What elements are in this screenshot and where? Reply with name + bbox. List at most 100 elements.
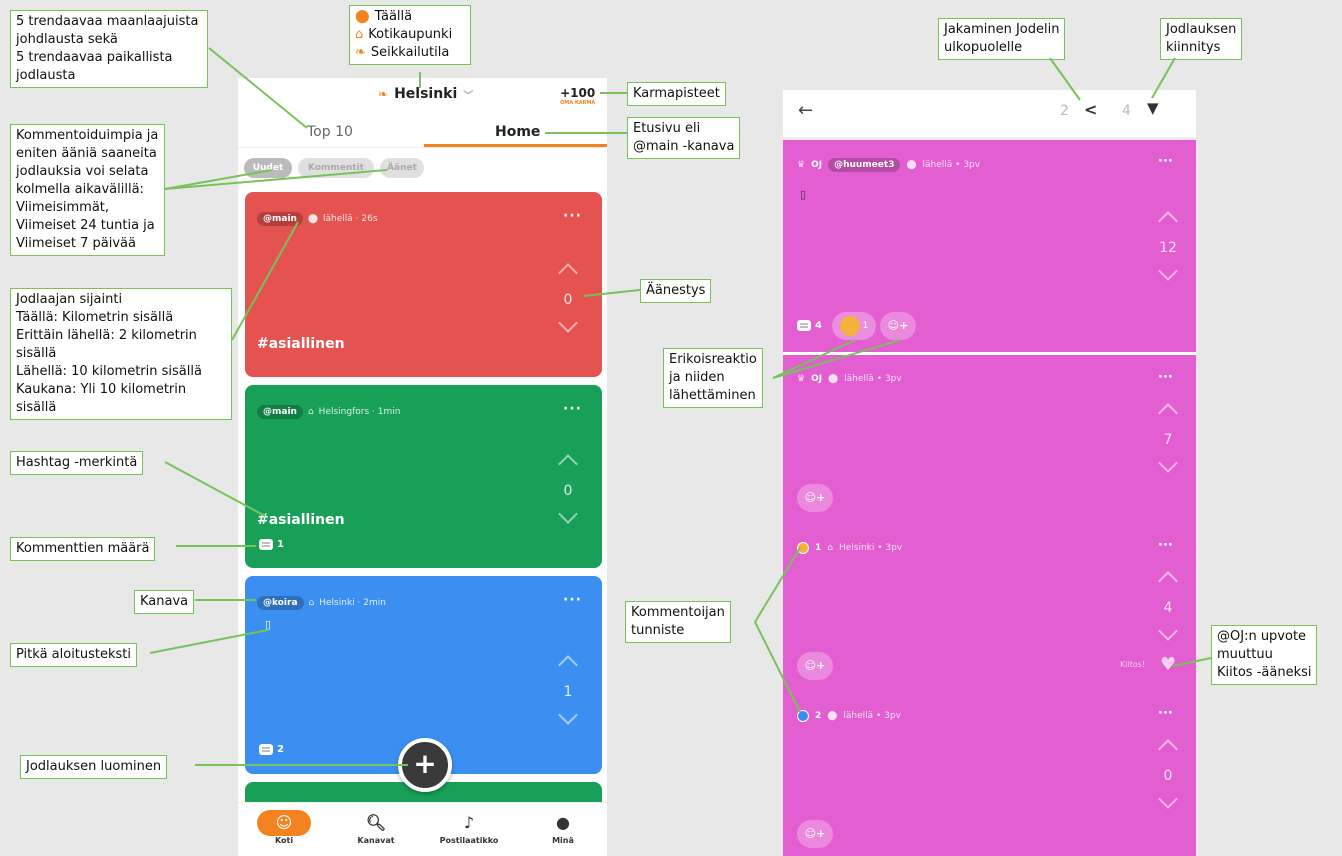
downvote-icon[interactable] <box>558 504 578 524</box>
nav-inbox[interactable]: ♪ Postilaatikko <box>434 810 504 845</box>
post-meta: ♛ OJ @huumeet3 ⬤ lähellä • 3pv <box>797 158 980 172</box>
karma-display[interactable]: +100 OMA KARMA <box>560 86 595 106</box>
reply-location: Helsinki • 3pv <box>838 543 903 553</box>
special-reaction-badge[interactable]: 1 <box>832 312 876 340</box>
pin-location-icon: ⬤ <box>307 214 319 224</box>
more-options-icon[interactable]: ··· <box>563 401 582 417</box>
share-icon[interactable]: < <box>1084 100 1097 119</box>
home-icon: ⌂ <box>307 407 314 417</box>
create-post-button[interactable]: + <box>398 738 452 792</box>
tab-divider <box>238 147 607 148</box>
callout-commenter-id: Kommentoijan tunniste <box>625 601 731 643</box>
downvote-icon[interactable] <box>1158 789 1178 809</box>
thanks-label: Kiitos! <box>1120 660 1146 669</box>
nav-home[interactable]: ☺ Koti <box>249 810 319 845</box>
nav-channels[interactable]: 🔍︎ Kanavat <box>341 810 411 845</box>
comment-count-value: 4 <box>815 320 822 331</box>
commenter-avatar-icon <box>797 542 809 554</box>
more-options-icon[interactable]: ··· <box>1158 370 1318 385</box>
add-reaction-button[interactable]: ☺+ <box>797 820 833 848</box>
author-tag: 2 <box>815 711 822 721</box>
heart-icon[interactable]: ♥ <box>1160 654 1176 675</box>
more-options-icon[interactable]: ··· <box>1158 154 1318 169</box>
upvote-icon[interactable] <box>558 655 578 675</box>
callout-long-text: Pitkä aloitusteksti <box>10 643 138 667</box>
vote-count: 0 <box>1163 768 1173 784</box>
share-count: 2 <box>1060 103 1069 119</box>
comment-count[interactable]: 1 <box>259 539 284 550</box>
vote-count: 12 <box>1159 240 1177 256</box>
filter-newest[interactable]: Uudet <box>244 158 292 178</box>
callout-home-feed: Etusivu eli @main -kanava <box>627 117 741 159</box>
vote-widget: 4 <box>1158 571 1178 641</box>
filter-comments[interactable]: Kommentit <box>298 158 374 178</box>
channel-tag[interactable]: @main <box>257 405 303 419</box>
upvote-icon[interactable] <box>1158 739 1178 759</box>
filter-votes[interactable]: Äänet <box>380 158 424 178</box>
pin-icon[interactable]: ▼ <box>1147 99 1159 117</box>
channel-tag[interactable]: @koira <box>257 596 304 610</box>
crown-icon: ♛ <box>797 374 806 384</box>
comment-icon <box>259 539 273 550</box>
upvote-icon[interactable] <box>1158 403 1178 423</box>
comment-count[interactable]: 4 <box>797 320 822 331</box>
downvote-icon[interactable] <box>1158 621 1178 641</box>
reply-meta: 1 ⌂ Helsinki • 3pv <box>797 542 902 554</box>
hashtag[interactable]: #asiallinen <box>257 336 345 352</box>
owl-reaction-icon <box>839 316 860 336</box>
post-location: lähellä · 26s <box>323 214 378 224</box>
channel-tag[interactable]: @huumeet3 <box>828 158 901 172</box>
owl-plus-icon: ☺+ <box>804 659 826 672</box>
callout-karma: Karmapisteet <box>627 82 726 106</box>
post-card[interactable]: @main ⬤ lähellä · 26s ··· 0 #asiallinen <box>245 192 602 377</box>
downvote-icon[interactable] <box>558 705 578 725</box>
vote-count: 1 <box>563 684 573 700</box>
callout-voting: Äänestys <box>640 279 712 303</box>
plus-icon: + <box>413 747 437 780</box>
nav-me[interactable]: ● Minä <box>528 810 598 845</box>
add-reaction-button[interactable]: ☺+ <box>797 652 833 680</box>
vote-count: 0 <box>563 483 573 499</box>
callout-comment-count: Kommenttien määrä <box>10 537 156 561</box>
location-title: Helsinki <box>394 86 458 102</box>
pin-location-icon: ⬤ <box>355 9 370 24</box>
more-options-icon[interactable]: ··· <box>1158 706 1318 721</box>
mobile-phone-emoji-icon: ▯ <box>800 188 807 201</box>
vote-count: 4 <box>1163 600 1173 616</box>
author-tag: OJ <box>811 374 823 384</box>
post-location: lähellä • 3pv <box>922 160 981 170</box>
tab-home[interactable]: Home <box>495 124 540 140</box>
more-options-icon[interactable]: ··· <box>1158 538 1318 553</box>
comment-icon <box>797 320 811 331</box>
pin-count: 4 <box>1122 103 1131 119</box>
add-reaction-button[interactable]: ☺+ <box>880 312 916 340</box>
downvote-icon[interactable] <box>1158 261 1178 281</box>
owl-icon: ☺ <box>257 810 311 836</box>
post-card[interactable]: @main ⌂ Helsingfors · 1min ··· 0 #asiall… <box>245 385 602 568</box>
callout-filters: Kommentoiduimpia ja eniten ääniä saaneit… <box>10 124 165 256</box>
more-options-icon[interactable]: ··· <box>563 208 582 224</box>
post-location: Helsingfors · 1min <box>318 407 401 417</box>
reply-location: lähellä • 3pv <box>844 374 902 384</box>
upvote-icon[interactable] <box>558 263 578 283</box>
add-reaction-button[interactable]: ☺+ <box>797 484 833 512</box>
channel-tag[interactable]: @main <box>257 212 303 226</box>
leaf-icon: ❧ <box>378 87 389 101</box>
hashtag[interactable]: #asiallinen <box>257 512 345 528</box>
tab-top10[interactable]: Top 10 <box>307 124 353 140</box>
more-options-icon[interactable]: ··· <box>563 592 582 608</box>
vote-widget: 12 <box>1158 211 1178 281</box>
upvote-icon[interactable] <box>1158 211 1178 231</box>
callout-hashtag: Hashtag -merkintä <box>10 451 144 475</box>
downvote-icon[interactable] <box>558 313 578 333</box>
chevron-down-icon: ﹀ <box>463 90 474 102</box>
location-selector[interactable]: ❧ Helsinki ﹀ <box>378 86 473 102</box>
back-arrow-icon[interactable]: ← <box>798 100 813 121</box>
owl-plus-icon: ☺+ <box>887 319 909 332</box>
downvote-icon[interactable] <box>1158 453 1178 473</box>
nav-home-label: Koti <box>274 836 294 845</box>
comment-count[interactable]: 2 <box>259 744 284 755</box>
upvote-icon[interactable] <box>1158 571 1178 591</box>
pin-location-icon: ⬤ <box>827 711 838 721</box>
upvote-icon[interactable] <box>558 454 578 474</box>
